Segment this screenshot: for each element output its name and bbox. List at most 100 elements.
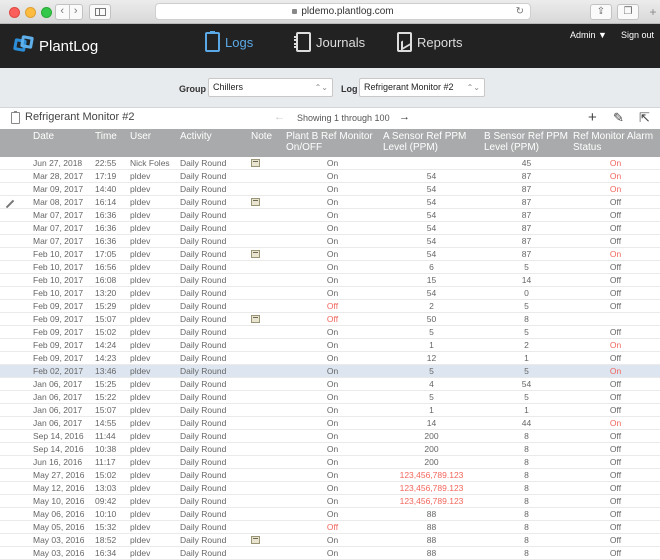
table-row[interactable]: Sep 14, 2016 11:44 pldev Daily Round On 200 8 O… — [0, 429, 660, 444]
activity-cell: Daily Round — [178, 157, 249, 171]
table-row[interactable]: May 12, 2016 13:03 pldev Daily Round On 123,4… — [0, 481, 660, 496]
column-header-user[interactable]: User — [128, 129, 178, 157]
column-header-date[interactable]: Date — [31, 129, 93, 157]
table-row[interactable]: Mar 28, 2017 17:19 pldev Daily Round On 54 87 O… — [0, 169, 660, 184]
minimize-window-button[interactable] — [25, 7, 36, 18]
note-icon[interactable] — [251, 159, 260, 168]
note-icon[interactable] — [251, 315, 260, 324]
note-icon[interactable] — [251, 198, 260, 207]
nav-journals[interactable]: Journals — [294, 32, 365, 52]
table-row[interactable]: May 06, 2016 10:10 pldev Daily Round On 88 8 Of… — [0, 507, 660, 522]
share-button[interactable]: ⇪ — [590, 4, 612, 20]
notebook-icon — [294, 32, 311, 52]
chevron-left-icon[interactable]: ‹ — [56, 5, 70, 19]
table-row[interactable]: Feb 10, 2017 16:56 pldev Daily Round On 6 5 Off — [0, 260, 660, 275]
table-row[interactable]: Mar 07, 2017 16:36 pldev Daily Round On 54 87 O… — [0, 221, 660, 236]
alarm-cell: Off — [571, 273, 660, 288]
time-cell: 16:56 — [93, 260, 128, 275]
note-cell — [249, 286, 284, 301]
table-row[interactable]: Jun 27, 2018 22:55 Nick Foles Daily Round On… — [0, 157, 660, 171]
nav-logs[interactable]: Logs — [205, 31, 253, 52]
table-row[interactable]: May 05, 2016 15:32 pldev Daily Round Off 88 8 O… — [0, 520, 660, 535]
reload-icon[interactable]: ↻ — [516, 4, 524, 19]
table-row[interactable]: Sep 14, 2016 10:38 pldev Daily Round On 200 8 O… — [0, 442, 660, 457]
tabs-button[interactable]: ❐ — [617, 4, 639, 20]
table-row[interactable]: Feb 02, 2017 13:46 pldev Daily Round On 5 5 On — [0, 364, 660, 379]
log-select[interactable]: Refrigerant Monitor #2 ⌃⌄ — [359, 78, 485, 97]
b-sensor-cell: 54 — [482, 377, 571, 392]
b-sensor-cell: 2 — [482, 338, 571, 353]
add-entry-button[interactable]: + — [588, 109, 597, 126]
table-row[interactable]: Jan 06, 2017 15:25 pldev Daily Round On 4 54 Of… — [0, 377, 660, 392]
edit-button[interactable]: ✎ — [613, 110, 624, 126]
b-sensor-cell: 14 — [482, 273, 571, 288]
a-sensor-cell: 1 — [381, 338, 482, 353]
a-sensor-cell: 123,456,789.123 — [381, 494, 482, 509]
column-header-a-sensor[interactable]: A Sensor Ref PPM Level (PPM) — [381, 129, 482, 157]
sign-out-link[interactable]: Sign out — [621, 30, 654, 40]
a-sensor-cell: 1 — [381, 403, 482, 418]
table-row[interactable]: Mar 09, 2017 14:40 pldev Daily Round On 54 87 O… — [0, 182, 660, 197]
table-row[interactable]: Jun 16, 2016 11:17 pldev Daily Round On 200 8 O… — [0, 455, 660, 470]
prev-page-button[interactable]: ← — [274, 111, 285, 123]
table-row[interactable]: Feb 10, 2017 17:05 pldev Daily Round On 54 87 O… — [0, 247, 660, 262]
address-bar[interactable]: pldemo.plantlog.com ↻ — [155, 3, 531, 20]
table-row[interactable]: Mar 07, 2017 16:36 pldev Daily Round On 54 87 O… — [0, 208, 660, 223]
new-tab-button[interactable]: + — [646, 0, 660, 24]
date-cell: Mar 28, 2017 — [31, 169, 93, 184]
a-sensor-cell: 54 — [381, 234, 482, 249]
alarm-cell: Off — [571, 299, 660, 314]
table-row[interactable]: Jan 06, 2017 15:22 pldev Daily Round On 5 5 Off — [0, 390, 660, 405]
zoom-window-button[interactable] — [41, 7, 52, 18]
table-row[interactable]: Mar 07, 2017 16:36 pldev Daily Round On 54 87 O… — [0, 234, 660, 249]
table-row[interactable]: Feb 09, 2017 15:07 pldev Daily Round Off 50 8 — [0, 312, 660, 327]
column-header-b-sensor[interactable]: B Sensor Ref PPM Level (PPM) — [482, 129, 571, 157]
group-select[interactable]: Chillers ⌃⌄ — [208, 78, 333, 97]
user-cell: pldev — [128, 455, 178, 470]
brand[interactable]: PlantLog — [13, 35, 98, 56]
activity-cell: Daily Round — [178, 208, 249, 223]
close-window-button[interactable] — [9, 7, 20, 18]
activity-cell: Daily Round — [178, 481, 249, 496]
user-cell: pldev — [128, 351, 178, 366]
table-row[interactable]: Feb 10, 2017 16:08 pldev Daily Round On 15 14 O… — [0, 273, 660, 288]
table-row[interactable]: Feb 10, 2017 13:20 pldev Daily Round On 54 0 Of… — [0, 286, 660, 301]
time-cell: 14:24 — [93, 338, 128, 353]
chevron-right-icon[interactable]: › — [70, 5, 83, 19]
activity-cell: Daily Round — [178, 273, 249, 288]
column-header-note[interactable]: Note — [249, 129, 284, 157]
a-sensor-cell: 54 — [381, 221, 482, 236]
column-header-time[interactable]: Time — [93, 129, 128, 157]
column-header-activity[interactable]: Activity — [178, 129, 249, 157]
user-cell: pldev — [128, 481, 178, 496]
column-header-alarm[interactable]: Ref Monitor Alarm Status — [571, 129, 660, 157]
table-row[interactable]: May 27, 2016 15:02 pldev Daily Round On 123,4… — [0, 468, 660, 483]
time-cell: 15:02 — [93, 468, 128, 483]
alarm-cell: Off — [571, 390, 660, 405]
table-row[interactable]: Feb 09, 2017 14:23 pldev Daily Round On 12 1 Of… — [0, 351, 660, 366]
table-row[interactable]: May 10, 2016 09:42 pldev Daily Round On 123,4… — [0, 494, 660, 509]
export-button[interactable]: ⇱ — [639, 110, 650, 126]
user-menu[interactable]: Admin ▼ — [570, 30, 607, 40]
table-row[interactable]: Mar 08, 2017 16:14 pldev Daily Round On 54 87 O… — [0, 195, 660, 210]
note-icon[interactable] — [251, 536, 260, 545]
pencil-icon[interactable] — [5, 200, 15, 208]
table-row[interactable]: Feb 09, 2017 15:29 pldev Daily Round Off 2 5 Of… — [0, 299, 660, 314]
nav-reports[interactable]: Reports — [397, 32, 463, 52]
table-row[interactable]: Feb 09, 2017 15:02 pldev Daily Round On 5 5 Off — [0, 325, 660, 340]
note-icon[interactable] — [251, 250, 260, 259]
table-row[interactable]: May 03, 2016 18:52 pldev Daily Round On 88 8 Of… — [0, 533, 660, 548]
b-sensor-cell: 1 — [482, 351, 571, 366]
note-cell — [249, 182, 284, 197]
user-cell: pldev — [128, 286, 178, 301]
user-cell: pldev — [128, 442, 178, 457]
time-cell: 16:14 — [93, 195, 128, 210]
sidebar-toggle-button[interactable] — [89, 4, 111, 20]
table-row[interactable]: Jan 06, 2017 15:07 pldev Daily Round On 1 1 Off — [0, 403, 660, 418]
a-sensor-cell: 12 — [381, 351, 482, 366]
date-cell: Sep 14, 2016 — [31, 429, 93, 444]
table-row[interactable]: Feb 09, 2017 14:24 pldev Daily Round On 1 2 On — [0, 338, 660, 353]
column-header-onoff[interactable]: Plant B Ref Monitor On/OFF — [284, 129, 381, 157]
table-row[interactable]: Jan 06, 2017 14:55 pldev Daily Round On 14 44 O… — [0, 416, 660, 431]
next-page-button[interactable]: → — [399, 111, 410, 123]
